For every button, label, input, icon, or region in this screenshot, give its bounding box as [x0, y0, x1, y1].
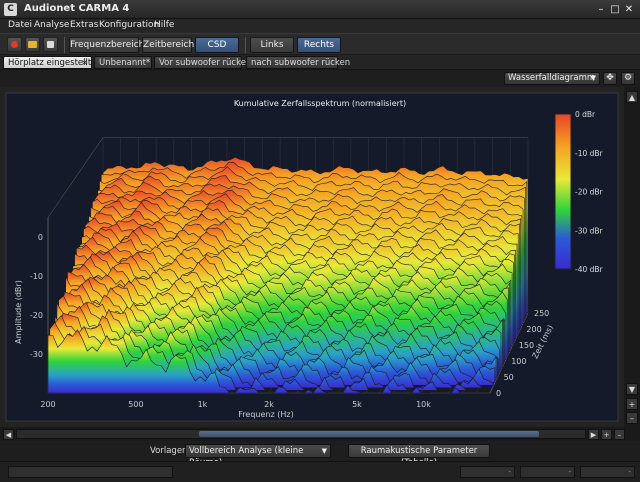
scroll-left-icon[interactable]: ◀ [3, 429, 14, 440]
save-icon[interactable] [43, 37, 58, 52]
channel-links-button[interactable]: Links [250, 37, 294, 53]
y-axis-label: Amplitude (dBr) [14, 280, 23, 344]
zoom-out-x-icon[interactable]: – [614, 429, 625, 440]
document-tab[interactable]: Hörplatz eingestellt × [3, 56, 92, 69]
vertical-zoom-bar: ▲ ▼ + – [624, 87, 640, 427]
zoom-in-x-icon[interactable]: + [601, 429, 612, 440]
menu-extras[interactable]: Extras [70, 20, 98, 30]
maximize-icon[interactable]: □ [608, 3, 622, 16]
room-acoustics-button[interactable]: Raumakustische Parameter (Tabelle) [348, 444, 490, 468]
chart-title: Kumulative Zerfallsspektrum (normalisier… [234, 99, 406, 108]
chevron-down-icon: ▼ [590, 74, 596, 82]
z-tick-label: 0 [496, 389, 501, 398]
menu-hilfe[interactable]: Hilfe [154, 20, 174, 30]
template-bar: Vorlagen Vollbereich Analyse (kleine Räu… [0, 441, 640, 468]
status-field: - [460, 466, 515, 478]
templates-select[interactable]: Vollbereich Analyse (kleine Räume) ▼ [185, 444, 331, 468]
status-field: - [520, 466, 575, 478]
status-bar: - - - [0, 461, 640, 482]
x-tick-label: 5k [352, 400, 362, 409]
waterfall-plot: 0-10-20-30200 500 1k 2k 5k 10k050100150200250… [0, 87, 624, 427]
scroll-track[interactable] [16, 429, 586, 439]
tab-zeitbereich[interactable]: Zeitbereich [142, 37, 194, 53]
x-tick-label: 2k [264, 400, 274, 409]
colorbar [554, 113, 572, 270]
document-tab-label: Vor subwoofer rücken [159, 58, 252, 68]
minimize-icon[interactable]: – [594, 3, 608, 16]
toolbar: Frequenzbereich Zeitbereich CSD Links Re… [0, 33, 640, 55]
horizontal-scrollbar: ◀ ▶ + – [0, 427, 640, 441]
channel-rechts-button[interactable]: Rechts [297, 37, 341, 53]
document-tabs: Hörplatz eingestellt × Unbenannt* Vor su… [0, 55, 640, 70]
scroll-thumb[interactable] [199, 431, 539, 437]
z-tick-label: 150 [519, 341, 534, 350]
x-tick-label: 1k [198, 400, 208, 409]
status-field: - [580, 466, 635, 478]
menu-bar: Datei Analyse Extras Konfiguration Hilfe [0, 19, 640, 33]
y-tick-label: -10 [30, 272, 43, 281]
z-tick-label: 200 [526, 325, 541, 334]
x-tick-label: 10k [416, 400, 431, 409]
colorbar-label: -10 dBr [575, 149, 604, 158]
z-tick-label: 250 [534, 309, 549, 318]
menu-analyse[interactable]: Analyse [34, 20, 69, 30]
scroll-right-icon[interactable]: ▶ [588, 429, 599, 440]
gear-icon[interactable]: ⚙ [621, 72, 635, 85]
toolbar-separator [245, 37, 246, 53]
document-tab-label: Unbenannt* [99, 58, 151, 68]
z-tick-label: 50 [504, 373, 514, 382]
waterfall-chart: 0 -10 -20 -30 200 500 1k 2k 5k 10k 0 50 100 150 200 250… [0, 87, 624, 427]
record-icon[interactable] [7, 37, 22, 52]
menu-datei[interactable]: Datei [8, 20, 32, 30]
y-tick-label: -20 [30, 311, 43, 320]
zoom-in-icon[interactable]: + [626, 398, 638, 410]
colorbar-label: 0 dBr [575, 110, 596, 119]
window-title: Audionet CARMA 4 [24, 3, 130, 14]
y-tick-label: 0 [38, 233, 43, 242]
templates-label: Vorlagen [150, 446, 188, 456]
app-logo-icon: C [4, 3, 17, 16]
toolbar-separator [64, 37, 65, 53]
zoom-out-icon[interactable]: – [626, 412, 638, 424]
colorbar-label: -40 dBr [575, 265, 604, 274]
menu-konfiguration[interactable]: Konfiguration [99, 20, 159, 30]
document-tab[interactable]: Unbenannt* [94, 56, 152, 69]
move-icon[interactable]: ✥ [603, 72, 617, 85]
colorbar-label: -30 dBr [575, 226, 604, 235]
tab-csd[interactable]: CSD [195, 37, 239, 53]
document-tab[interactable]: Vor subwoofer rücken [154, 56, 251, 69]
view-type-select[interactable]: Wasserfalldiagramm ▼ [504, 72, 600, 85]
scroll-up-icon[interactable]: ▲ [626, 91, 638, 103]
document-tab[interactable]: nach subwoofer rücken [246, 56, 350, 69]
y-tick-label: -30 [30, 350, 43, 359]
colorbar-label: -20 dBr [575, 188, 604, 197]
close-tab-icon[interactable]: × [81, 57, 88, 69]
close-icon[interactable]: ✕ [622, 3, 636, 16]
document-tab-label: Hörplatz eingestellt [8, 58, 92, 68]
x-axis-label: Frequenz (Hz) [238, 410, 293, 419]
view-type-value: Wasserfalldiagramm [508, 73, 596, 83]
chevron-down-icon: ▼ [321, 447, 327, 455]
title-bar: C Audionet CARMA 4 – □ ✕ [0, 0, 640, 19]
folder-icon[interactable] [25, 37, 40, 52]
tab-frequenzbereich[interactable]: Frequenzbereich [69, 37, 144, 53]
x-tick-label: 500 [128, 400, 143, 409]
x-tick-label: 200 [40, 400, 55, 409]
document-tab-label: nach subwoofer rücken [251, 58, 351, 68]
progress-bar [8, 466, 173, 478]
view-bar: Wasserfalldiagramm ▼ ✥ ⚙ [0, 70, 640, 87]
z-tick-label: 100 [511, 357, 526, 366]
scroll-down-icon[interactable]: ▼ [626, 383, 638, 395]
